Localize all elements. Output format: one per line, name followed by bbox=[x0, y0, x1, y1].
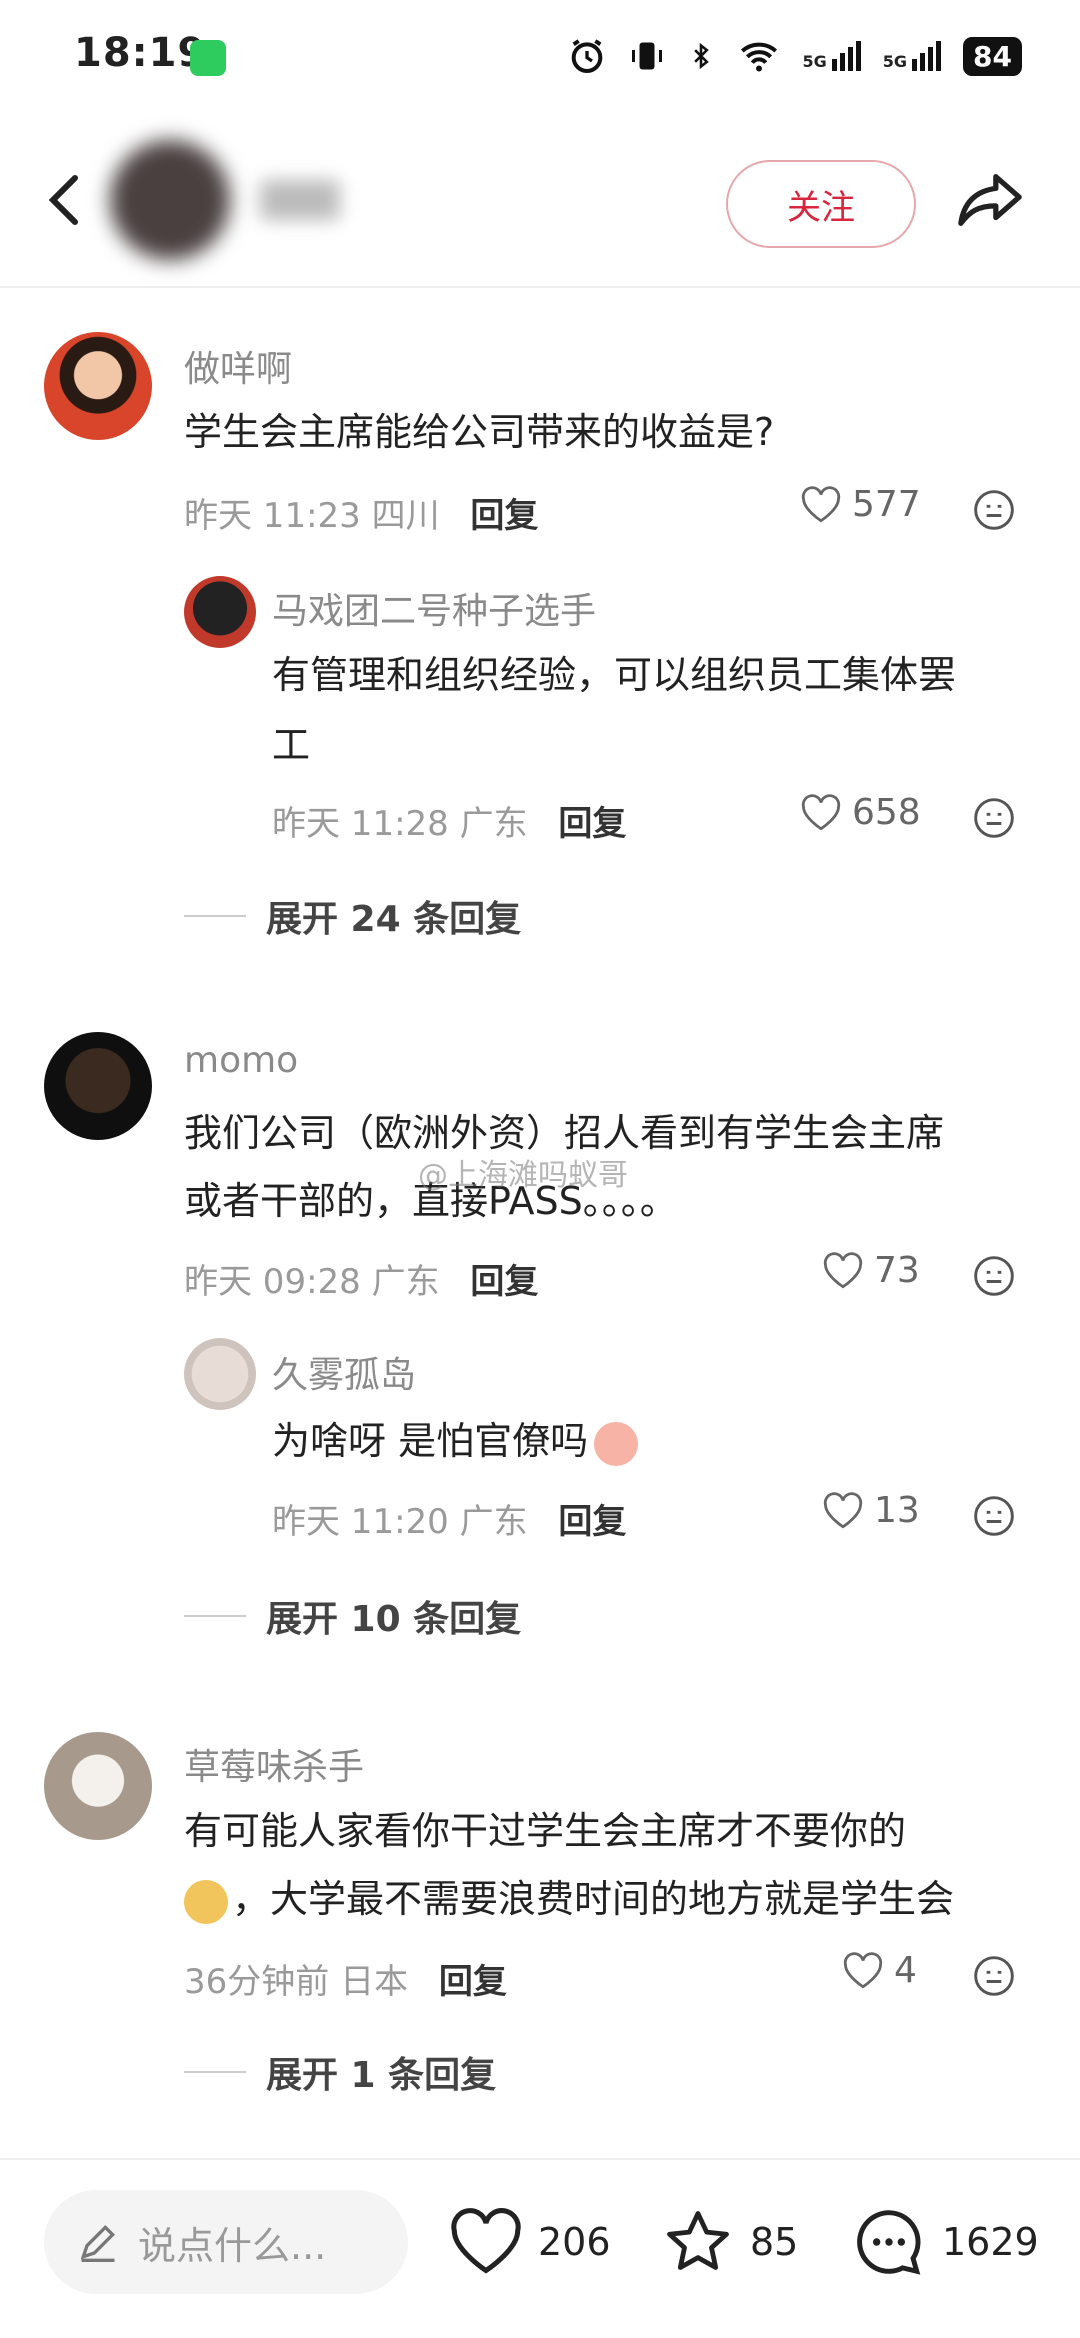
comment-meta: 昨天 09:28 广东 回复 bbox=[184, 1254, 538, 1303]
emoji-reaction-icon[interactable] bbox=[972, 796, 1016, 840]
comment-meta: 36分钟前 日本 回复 bbox=[184, 1954, 507, 2003]
expand-replies-button[interactable]: 展开 1 条回复 bbox=[184, 2046, 496, 2098]
expand-replies-label: 展开 1 条回复 bbox=[266, 2055, 497, 2096]
like-count: 4 bbox=[894, 1950, 917, 1991]
pencil-icon bbox=[80, 2224, 116, 2262]
emoji-reaction-icon[interactable] bbox=[972, 488, 1016, 532]
like-count: 658 bbox=[852, 792, 921, 833]
comment-time: 36分钟前 bbox=[184, 1962, 330, 2002]
favorite-count: 85 bbox=[750, 2220, 799, 2264]
like-button[interactable]: 13 bbox=[822, 1490, 920, 1531]
favorite-button[interactable]: 85 bbox=[660, 2200, 798, 2284]
like-button[interactable]: 658 bbox=[800, 792, 921, 833]
comment-input-placeholder: 说点什么... bbox=[138, 2223, 327, 2268]
comment-location: 日本 bbox=[340, 1962, 409, 2002]
signal-icon-2: 5G bbox=[883, 41, 942, 71]
reply-button[interactable]: 回复 bbox=[439, 1962, 507, 2002]
comment-meta: 昨天 11:23 四川 回复 bbox=[184, 488, 538, 537]
reply-meta: 昨天 11:20 广东 回复 bbox=[272, 1494, 626, 1543]
comment-text-content: ，大学最不需要浪费时间的地方就是学生会 bbox=[232, 1877, 955, 1921]
avatar[interactable] bbox=[184, 576, 256, 648]
reply-text-content: 为啥呀 是怕官僚吗 bbox=[272, 1419, 589, 1463]
comment-location: 四川 bbox=[371, 496, 440, 536]
heart-icon bbox=[801, 793, 841, 830]
reply-meta: 昨天 11:28 广东 回复 bbox=[272, 796, 626, 845]
wifi-icon bbox=[740, 42, 777, 72]
like-button[interactable]: 4 bbox=[842, 1950, 917, 1991]
comment-username[interactable]: momo bbox=[184, 1040, 298, 1081]
reply-text: 为啥呀 是怕官僚吗 bbox=[272, 1406, 639, 1476]
reply-username[interactable]: 久雾孤岛 bbox=[272, 1346, 416, 1398]
expand-replies-label: 展开 10 条回复 bbox=[266, 1599, 522, 1640]
reply-text-line: 工 bbox=[272, 723, 311, 767]
reply-location: 广东 bbox=[459, 804, 528, 844]
like-count: 577 bbox=[852, 484, 921, 525]
author-name[interactable] bbox=[260, 180, 340, 220]
emoji-reaction-icon[interactable] bbox=[972, 1494, 1016, 1538]
like-button[interactable]: 577 bbox=[800, 484, 921, 525]
reply-time: 昨天 11:20 bbox=[272, 1502, 449, 1542]
avatar[interactable] bbox=[44, 332, 152, 440]
comment-count: 1629 bbox=[942, 2220, 1039, 2264]
heart-icon bbox=[823, 1251, 863, 1288]
comment-text: 学生会主席能给公司带来的收益是? bbox=[184, 410, 775, 454]
emoji-reaction-icon[interactable] bbox=[972, 1254, 1016, 1298]
comment-username[interactable]: 草莓味杀手 bbox=[184, 1738, 364, 1790]
crying-emoji-icon bbox=[594, 1421, 639, 1466]
reply-username[interactable]: 马戏团二号种子选手 bbox=[272, 582, 596, 634]
comment-text-line-2: ，大学最不需要浪费时间的地方就是学生会 bbox=[184, 1864, 954, 1934]
like-count: 73 bbox=[874, 1250, 920, 1291]
comment-time: 昨天 09:28 bbox=[184, 1262, 361, 1302]
avatar[interactable] bbox=[44, 1732, 152, 1840]
emoji-reaction-icon[interactable] bbox=[972, 1954, 1016, 1998]
comment-location: 广东 bbox=[371, 1262, 440, 1302]
comment-text-line: 有可能人家看你干过学生会主席才不要你的 bbox=[184, 1809, 907, 1853]
signal-icon: 5G bbox=[803, 41, 861, 71]
app-notification-icon bbox=[190, 40, 226, 76]
heart-icon bbox=[843, 1951, 883, 1988]
avatar[interactable] bbox=[184, 1338, 256, 1410]
comment-bubble-icon bbox=[857, 2210, 921, 2275]
reply-button[interactable]: 回复 bbox=[470, 1262, 538, 1302]
alarm-icon bbox=[571, 39, 602, 73]
heart-icon bbox=[801, 485, 841, 522]
vibrate-icon bbox=[631, 42, 662, 70]
reply-button[interactable]: 回复 bbox=[558, 1502, 626, 1542]
reply-location: 广东 bbox=[459, 1502, 528, 1542]
bluetooth-icon bbox=[693, 42, 709, 70]
follow-button[interactable]: 关注 bbox=[726, 160, 916, 248]
expand-replies-button[interactable]: 展开 24 条回复 bbox=[184, 890, 521, 942]
author-avatar[interactable] bbox=[110, 140, 230, 260]
like-count: 13 bbox=[874, 1490, 920, 1531]
comment-time: 昨天 11:23 bbox=[184, 496, 361, 536]
battery-indicator: 84 bbox=[963, 36, 1022, 76]
header-divider bbox=[0, 286, 1080, 288]
comment-username[interactable]: 做咩啊 bbox=[184, 340, 292, 392]
expand-replies-label: 展开 24 条回复 bbox=[266, 899, 522, 940]
reply-time: 昨天 11:28 bbox=[272, 804, 449, 844]
watermark: @上海滩吗蚁哥 bbox=[418, 1158, 628, 1193]
reply-button[interactable]: 回复 bbox=[558, 804, 626, 844]
reply-button[interactable]: 回复 bbox=[470, 496, 538, 536]
avatar[interactable] bbox=[44, 1032, 152, 1140]
comments-button[interactable]: 1629 bbox=[850, 2200, 1039, 2284]
expand-replies-button[interactable]: 展开 10 条回复 bbox=[184, 1590, 521, 1642]
post-like-button[interactable]: 206 bbox=[448, 2200, 611, 2284]
like-button[interactable]: 73 bbox=[822, 1250, 920, 1291]
emoji-icon bbox=[184, 1879, 228, 1924]
reply-text-line: 有管理和组织经验，可以组织员工集体罢 bbox=[272, 653, 957, 697]
share-icon[interactable] bbox=[955, 165, 1025, 235]
star-icon bbox=[667, 2211, 729, 2270]
post-like-count: 206 bbox=[538, 2220, 611, 2264]
heart-icon bbox=[451, 2208, 521, 2274]
status-time: 18:19 bbox=[74, 30, 207, 76]
comment-input[interactable]: 说点什么... bbox=[44, 2190, 408, 2294]
status-icons: 5G 5G 84 bbox=[567, 36, 1022, 76]
heart-icon bbox=[823, 1491, 863, 1528]
back-arrow-icon[interactable] bbox=[40, 170, 90, 230]
